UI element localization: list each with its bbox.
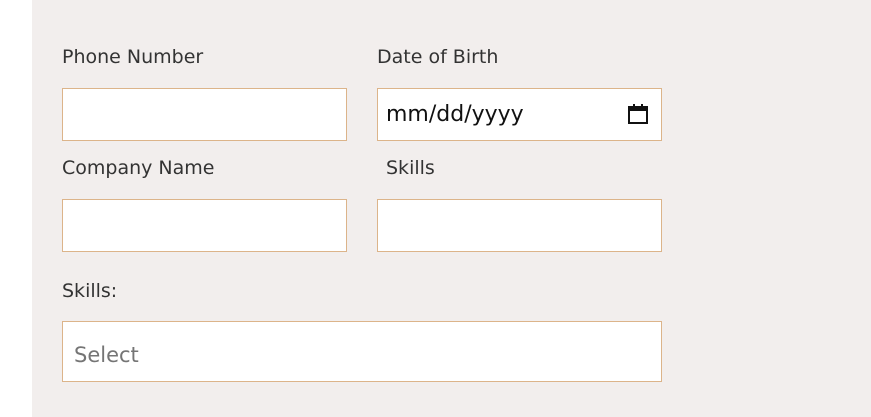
date-of-birth-label: Date of Birth — [377, 46, 499, 68]
phone-number-label: Phone Number — [62, 46, 204, 68]
skills-select-label: Skills: — [62, 280, 118, 302]
company-name-label: Company Name — [62, 157, 215, 179]
skills-select-placeholder: Select — [74, 343, 139, 367]
phone-number-input[interactable] — [62, 88, 347, 141]
skills-input[interactable] — [377, 199, 662, 252]
skills-label: Skills — [386, 157, 435, 179]
skills-select[interactable]: Select — [62, 321, 662, 382]
form-panel: Phone Number Date of Birth mm/dd/yyyy Co… — [32, 0, 871, 417]
date-placeholder: mm/dd/yyyy — [386, 102, 524, 127]
calendar-icon[interactable] — [627, 103, 649, 125]
date-of-birth-input[interactable]: mm/dd/yyyy — [377, 88, 662, 141]
company-name-input[interactable] — [62, 199, 347, 252]
